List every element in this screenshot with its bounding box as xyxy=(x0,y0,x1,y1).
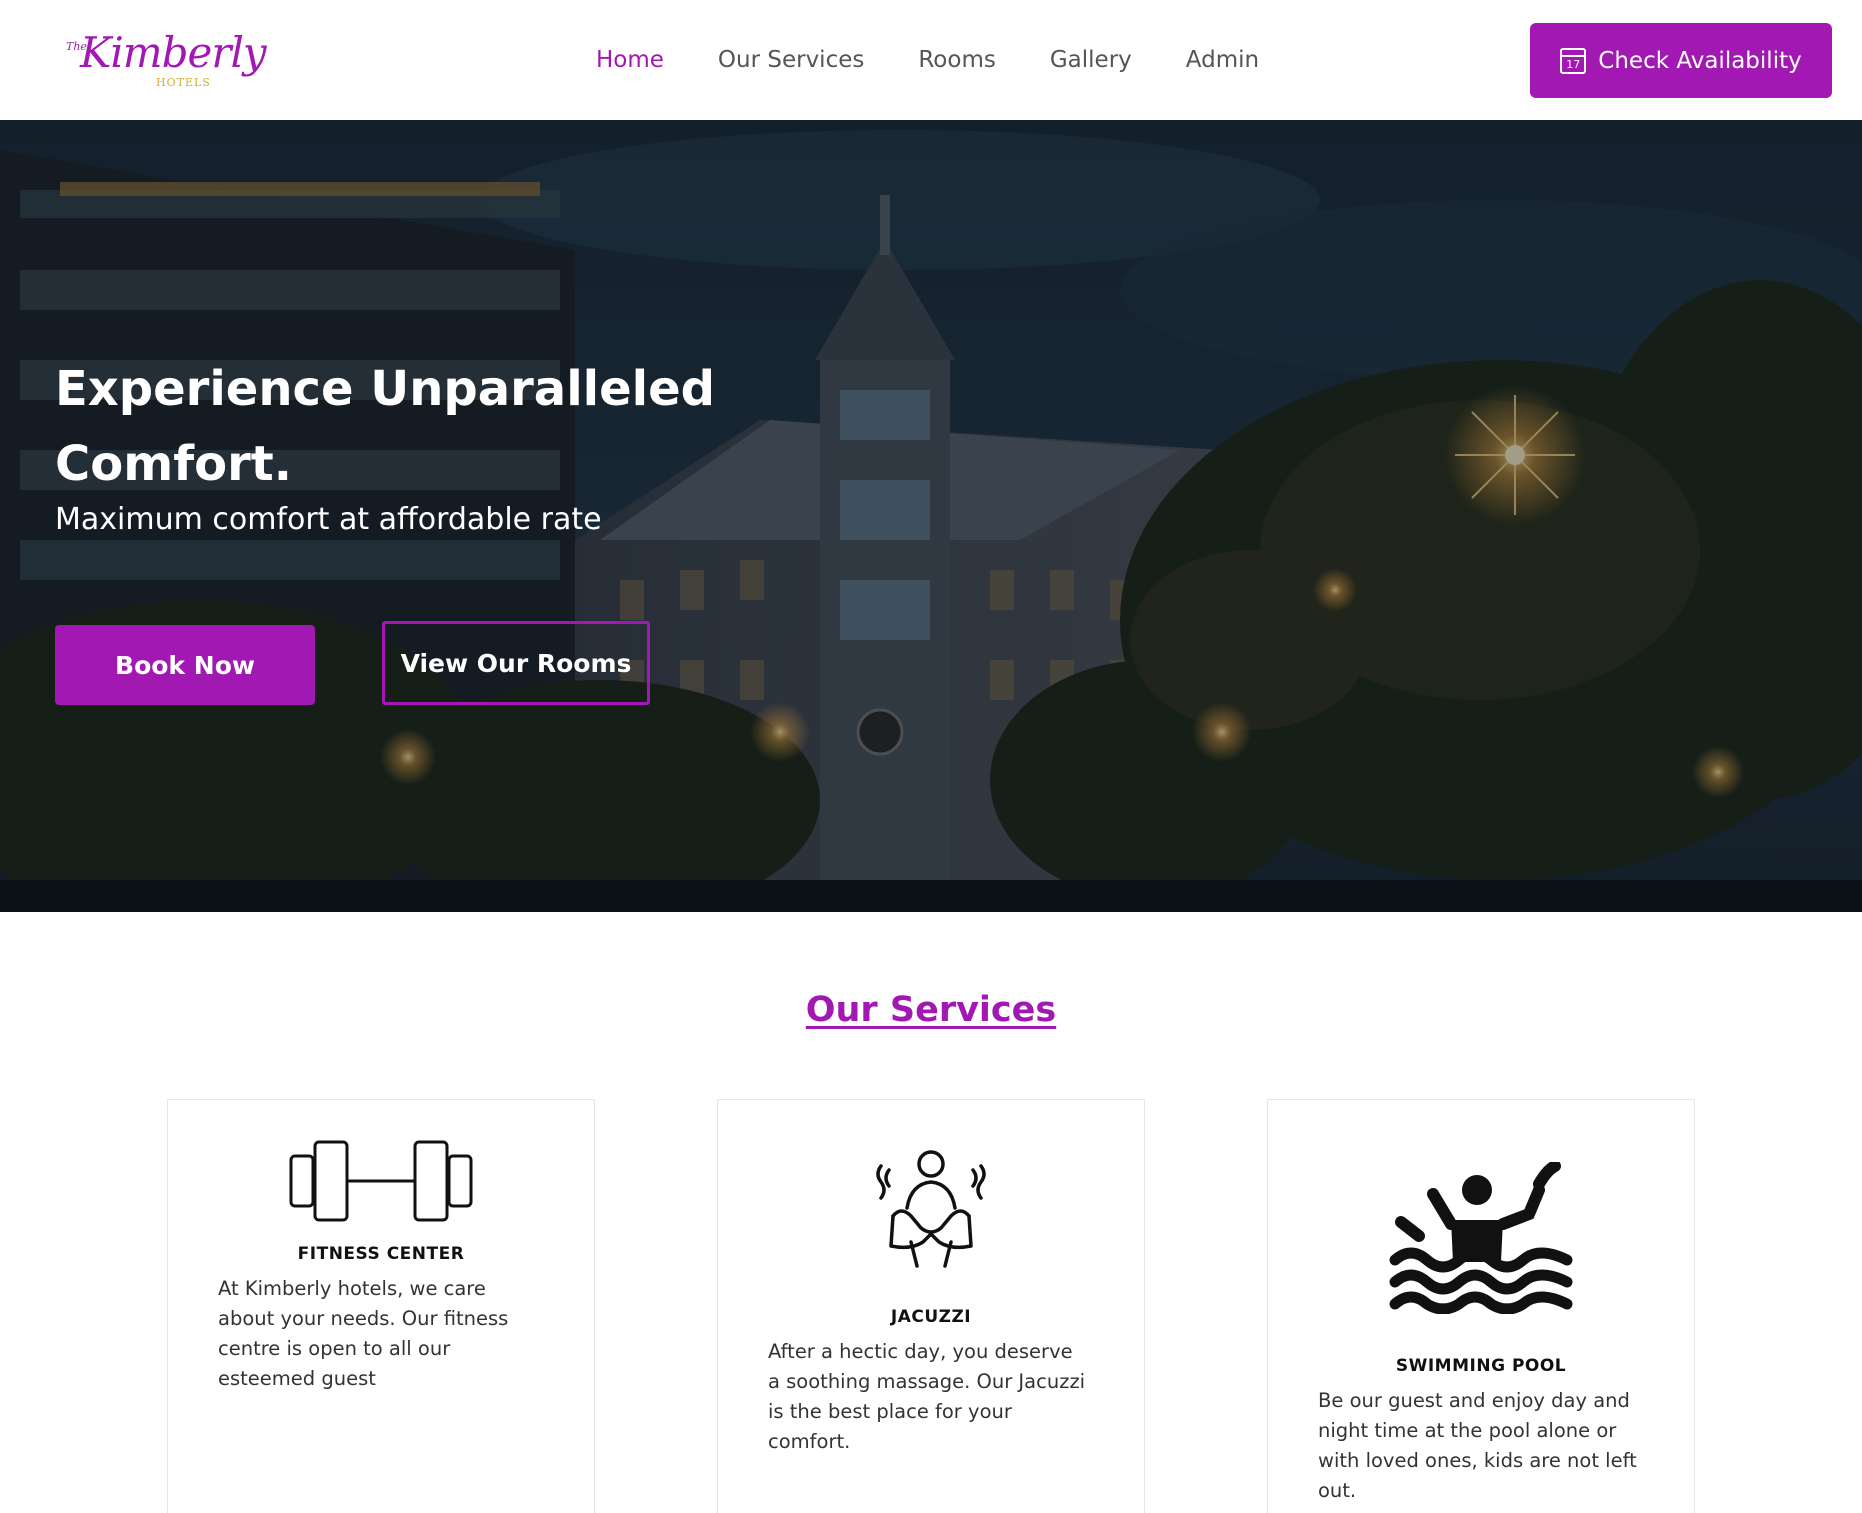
services-heading[interactable]: Our Services xyxy=(806,990,1056,1030)
calendar-icon: 17 xyxy=(1560,47,1587,74)
service-card-fitness: FITNESS CENTER At Kimberly hotels, we ca… xyxy=(167,1099,595,1513)
nav-home[interactable]: Home xyxy=(596,44,664,76)
swimmer-icon xyxy=(1268,1162,1694,1314)
service-title-pool: SWIMMING POOL xyxy=(1395,1356,1567,1376)
service-card-jacuzzi: JACUZZI After a hectic day, you deserve … xyxy=(717,1099,1145,1513)
service-title-fitness: FITNESS CENTER xyxy=(297,1244,465,1264)
check-availability-button[interactable]: 17 Check Availability xyxy=(1530,23,1832,98)
book-now-button[interactable]: Book Now xyxy=(55,625,315,705)
main-nav: Home Our Services Rooms Gallery Admin xyxy=(596,44,1313,76)
hero-title: Experience Unparalleled Comfort. xyxy=(55,361,716,492)
nav-admin[interactable]: Admin xyxy=(1186,44,1259,76)
service-title-jacuzzi: JACUZZI xyxy=(890,1307,972,1327)
logo-hotels-text: HOTELS xyxy=(156,76,211,89)
site-header: The Kimberly HOTELS Home Our Services Ro… xyxy=(0,0,1862,120)
service-card-pool: SWIMMING POOL Be our guest and enjoy day… xyxy=(1267,1099,1695,1513)
service-text-jacuzzi: After a hectic day, you deserve a soothi… xyxy=(768,1340,1086,1453)
services-heading-wrap: Our Services xyxy=(0,990,1862,1030)
service-text-fitness: At Kimberly hotels, we care about your n… xyxy=(218,1277,509,1390)
nav-rooms[interactable]: Rooms xyxy=(918,44,995,76)
logo-name-text: Kimberly xyxy=(80,28,267,77)
nav-our-services[interactable]: Our Services xyxy=(718,44,864,76)
calendar-icon-day: 17 xyxy=(1566,57,1581,71)
dumbbell-icon xyxy=(168,1140,594,1222)
hero-subtitle: Maximum comfort at affordable rate xyxy=(55,502,602,537)
jacuzzi-icon xyxy=(718,1146,1144,1276)
service-text-pool: Be our guest and enjoy day and night tim… xyxy=(1318,1389,1637,1502)
check-availability-label: Check Availability xyxy=(1598,47,1802,74)
nav-gallery[interactable]: Gallery xyxy=(1050,44,1132,76)
hero-section: Experience Unparalleled Comfort. Maximum… xyxy=(0,120,1862,912)
kimberly-logo[interactable]: The Kimberly HOTELS xyxy=(66,28,267,94)
view-our-rooms-button[interactable]: View Our Rooms xyxy=(382,621,650,705)
